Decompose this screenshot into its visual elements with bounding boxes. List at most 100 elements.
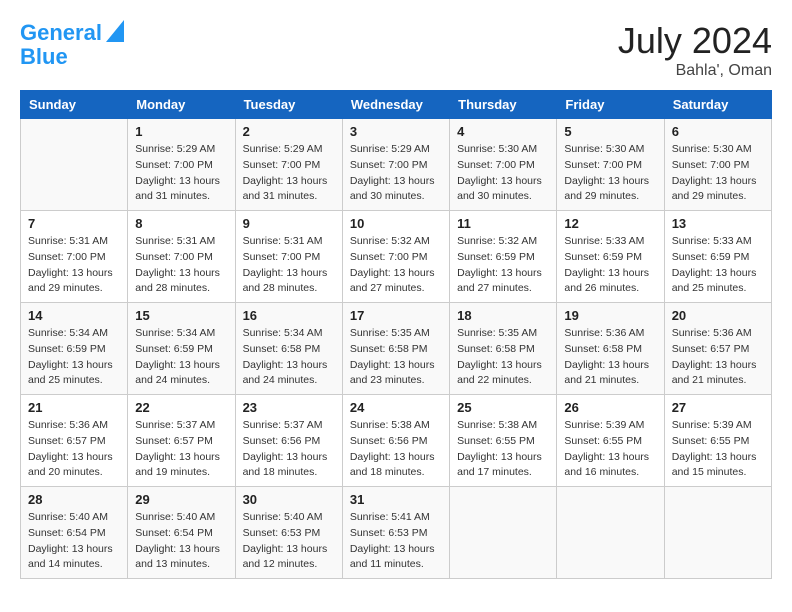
day-number: 2 [243,124,335,139]
calendar-cell: 20Sunrise: 5:36 AMSunset: 6:57 PMDayligh… [664,303,771,395]
day-info: Sunrise: 5:34 AMSunset: 6:59 PMDaylight:… [135,326,227,389]
day-info: Sunrise: 5:33 AMSunset: 6:59 PMDaylight:… [672,234,764,297]
calendar-cell: 14Sunrise: 5:34 AMSunset: 6:59 PMDayligh… [21,303,128,395]
calendar-cell: 2Sunrise: 5:29 AMSunset: 7:00 PMDaylight… [235,119,342,211]
day-info: Sunrise: 5:36 AMSunset: 6:58 PMDaylight:… [564,326,656,389]
day-number: 7 [28,216,120,231]
calendar-cell: 25Sunrise: 5:38 AMSunset: 6:55 PMDayligh… [450,395,557,487]
calendar-cell: 28Sunrise: 5:40 AMSunset: 6:54 PMDayligh… [21,487,128,579]
calendar-cell: 5 Sunrise: 5:30 AMSunset: 7:00 PMDaylight… [557,119,664,211]
logo-text-blue: Blue [20,45,68,69]
calendar-cell: 29 Sunrise: 5:40 AMSunset: 6:54 PMDayligh… [128,487,235,579]
day-number: 30 [243,492,335,507]
day-number: 22 [135,400,227,415]
calendar-cell: 1 Sunrise: 5:29 AMSunset: 7:00 PMDaylight… [128,119,235,211]
logo-text: General [20,21,102,45]
day-info: Sunrise: 5:30 AMSunset: 7:00 PMDaylight:… [672,142,764,205]
week-row-5: 28Sunrise: 5:40 AMSunset: 6:54 PMDayligh… [21,487,772,579]
day-number: 6 [672,124,764,139]
calendar-cell: 10 Sunrise: 5:32 AMSunset: 7:00 PMDayligh… [342,211,449,303]
day-number: 3 [350,124,442,139]
calendar-table: SundayMondayTuesdayWednesdayThursdayFrid… [20,90,772,579]
calendar-cell [557,487,664,579]
day-info: Sunrise: 5:31 AMSunset: 7:00 PMDaylight:… [135,234,227,297]
day-number: 18 [457,308,549,323]
day-number: 27 [672,400,764,415]
col-header-sunday: Sunday [21,91,128,119]
calendar-cell: 15 Sunrise: 5:34 AMSunset: 6:59 PMDayligh… [128,303,235,395]
day-info: Sunrise: 5:31 AMSunset: 7:00 PMDaylight:… [243,234,335,297]
day-info: Sunrise: 5:40 AMSunset: 6:53 PMDaylight:… [243,510,335,573]
calendar-cell: 18 Sunrise: 5:35 AMSunset: 6:58 PMDayligh… [450,303,557,395]
day-info: Sunrise: 5:39 AMSunset: 6:55 PMDaylight:… [672,418,764,481]
day-number: 13 [672,216,764,231]
calendar-cell: 7 Sunrise: 5:31 AMSunset: 7:00 PMDaylight… [21,211,128,303]
day-number: 8 [135,216,227,231]
day-number: 17 [350,308,442,323]
day-number: 1 [135,124,227,139]
day-number: 26 [564,400,656,415]
calendar-cell [21,119,128,211]
calendar-cell: 8 Sunrise: 5:31 AMSunset: 7:00 PMDaylight… [128,211,235,303]
calendar-cell: 11 Sunrise: 5:32 AMSunset: 6:59 PMDayligh… [450,211,557,303]
day-number: 11 [457,216,549,231]
day-number: 16 [243,308,335,323]
day-info: Sunrise: 5:35 AMSunset: 6:58 PMDaylight:… [457,326,549,389]
calendar-cell: 19 Sunrise: 5:36 AMSunset: 6:58 PMDayligh… [557,303,664,395]
calendar-cell: 23Sunrise: 5:37 AMSunset: 6:56 PMDayligh… [235,395,342,487]
day-info: Sunrise: 5:30 AMSunset: 7:00 PMDaylight:… [457,142,549,205]
day-info: Sunrise: 5:29 AMSunset: 7:00 PMDaylight:… [135,142,227,205]
day-number: 21 [28,400,120,415]
col-header-wednesday: Wednesday [342,91,449,119]
calendar-cell: 3 Sunrise: 5:29 AMSunset: 7:00 PMDaylight… [342,119,449,211]
day-info: Sunrise: 5:36 AMSunset: 6:57 PMDaylight:… [672,326,764,389]
day-number: 15 [135,308,227,323]
day-number: 14 [28,308,120,323]
day-info: Sunrise: 5:34 AMSunset: 6:58 PMDaylight:… [243,326,335,389]
day-info: Sunrise: 5:38 AMSunset: 6:55 PMDaylight:… [457,418,549,481]
day-info: Sunrise: 5:37 AMSunset: 6:56 PMDaylight:… [243,418,335,481]
day-info: Sunrise: 5:37 AMSunset: 6:57 PMDaylight:… [135,418,227,481]
week-row-2: 7 Sunrise: 5:31 AMSunset: 7:00 PMDaylight… [21,211,772,303]
day-info: Sunrise: 5:40 AMSunset: 6:54 PMDaylight:… [135,510,227,573]
calendar-cell: 13 Sunrise: 5:33 AMSunset: 6:59 PMDayligh… [664,211,771,303]
calendar-cell: 24Sunrise: 5:38 AMSunset: 6:56 PMDayligh… [342,395,449,487]
day-info: Sunrise: 5:41 AMSunset: 6:53 PMDaylight:… [350,510,442,573]
location: Bahla', Oman [618,62,772,80]
calendar-cell: 30 Sunrise: 5:40 AMSunset: 6:53 PMDayligh… [235,487,342,579]
calendar-cell: 6 Sunrise: 5:30 AMSunset: 7:00 PMDaylight… [664,119,771,211]
day-number: 24 [350,400,442,415]
calendar-cell: 27 Sunrise: 5:39 AMSunset: 6:55 PMDayligh… [664,395,771,487]
col-header-thursday: Thursday [450,91,557,119]
day-info: Sunrise: 5:32 AMSunset: 6:59 PMDaylight:… [457,234,549,297]
day-number: 10 [350,216,442,231]
day-info: Sunrise: 5:32 AMSunset: 7:00 PMDaylight:… [350,234,442,297]
day-number: 29 [135,492,227,507]
day-info: Sunrise: 5:36 AMSunset: 6:57 PMDaylight:… [28,418,120,481]
calendar-cell: 9 Sunrise: 5:31 AMSunset: 7:00 PMDaylight… [235,211,342,303]
day-info: Sunrise: 5:30 AMSunset: 7:00 PMDaylight:… [564,142,656,205]
logo: General Blue [20,20,124,69]
calendar-cell [450,487,557,579]
day-number: 5 [564,124,656,139]
page-header: General Blue July 2024 Bahla', Oman [20,20,772,80]
day-info: Sunrise: 5:35 AMSunset: 6:58 PMDaylight:… [350,326,442,389]
col-header-saturday: Saturday [664,91,771,119]
calendar-cell: 16 Sunrise: 5:34 AMSunset: 6:58 PMDayligh… [235,303,342,395]
calendar-cell: 4 Sunrise: 5:30 AMSunset: 7:00 PMDaylight… [450,119,557,211]
day-info: Sunrise: 5:29 AMSunset: 7:00 PMDaylight:… [350,142,442,205]
day-number: 4 [457,124,549,139]
week-row-4: 21 Sunrise: 5:36 AMSunset: 6:57 PMDayligh… [21,395,772,487]
calendar-cell: 22 Sunrise: 5:37 AMSunset: 6:57 PMDayligh… [128,395,235,487]
calendar-cell: 12 Sunrise: 5:33 AMSunset: 6:59 PMDayligh… [557,211,664,303]
calendar-cell: 21 Sunrise: 5:36 AMSunset: 6:57 PMDayligh… [21,395,128,487]
calendar-cell: 26Sunrise: 5:39 AMSunset: 6:55 PMDayligh… [557,395,664,487]
day-number: 12 [564,216,656,231]
logo-icon [106,20,124,42]
calendar-header-row: SundayMondayTuesdayWednesdayThursdayFrid… [21,91,772,119]
month-year: July 2024 [618,20,772,62]
day-info: Sunrise: 5:33 AMSunset: 6:59 PMDaylight:… [564,234,656,297]
day-number: 9 [243,216,335,231]
day-info: Sunrise: 5:31 AMSunset: 7:00 PMDaylight:… [28,234,120,297]
day-number: 19 [564,308,656,323]
